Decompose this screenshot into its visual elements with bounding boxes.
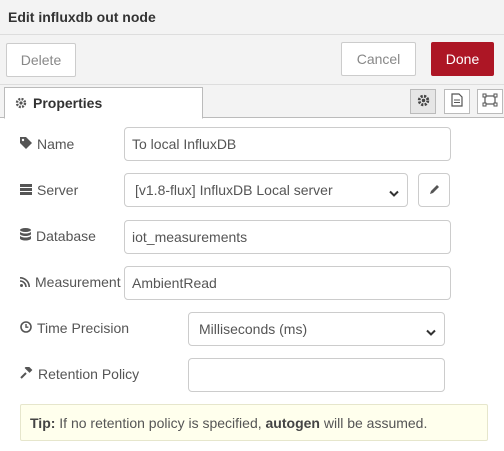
pencil-icon [429, 182, 440, 198]
gear-icon [15, 97, 27, 109]
rss-icon [19, 274, 35, 290]
database-icon [20, 228, 36, 244]
tip-text-after: will be assumed. [319, 414, 428, 431]
retention-policy-label: Retention Policy [38, 366, 140, 382]
description-icon [451, 93, 463, 110]
server-row-label: Server [20, 182, 78, 198]
dialog-toolbar: Delete Cancel Done [0, 35, 504, 85]
name-label: Name [37, 136, 75, 152]
gear-icon [417, 94, 430, 110]
tab-appearance[interactable] [477, 89, 503, 114]
appearance-icon [482, 93, 498, 110]
dialog-header: Edit influxdb out node [0, 0, 504, 35]
tag-icon [20, 136, 37, 152]
tip-emphasis: autogen [265, 414, 320, 431]
tip-prefix: Tip: [30, 414, 56, 431]
dialog-title: Edit influxdb out node [8, 9, 156, 25]
measurement-label: Measurement [35, 274, 121, 290]
server-select-value: [v1.8-flux] InfluxDB Local server [135, 182, 333, 198]
chevron-down-icon [426, 324, 436, 340]
tip-box: Tip: If no retention policy is specified… [20, 404, 488, 441]
time-precision-row-label: Time Precision [20, 320, 129, 336]
measurement-row-label: Measurement [19, 274, 121, 290]
database-label: Database [36, 228, 96, 244]
gavel-icon [20, 365, 38, 382]
tab-bar: Properties [0, 85, 504, 119]
tab-properties[interactable]: Properties [4, 87, 203, 119]
done-button[interactable]: Done [431, 42, 494, 76]
time-precision-select[interactable]: Milliseconds (ms) [188, 312, 445, 346]
chevron-down-icon [389, 185, 399, 201]
clock-icon [20, 320, 37, 336]
retention-policy-row-label: Retention Policy [20, 365, 140, 382]
database-input[interactable]: iot_measurements [124, 220, 451, 254]
name-input[interactable]: To local InfluxDB [124, 127, 451, 161]
database-row-label: Database [20, 228, 96, 244]
time-precision-select-value: Milliseconds (ms) [199, 321, 308, 337]
tab-description[interactable] [444, 89, 470, 114]
tab-settings[interactable] [410, 89, 436, 114]
server-select[interactable]: [v1.8-flux] InfluxDB Local server [124, 173, 408, 207]
cancel-button[interactable]: Cancel [341, 42, 416, 76]
delete-button[interactable]: Delete [6, 43, 76, 77]
tab-properties-label: Properties [33, 95, 103, 111]
edit-server-button[interactable] [418, 173, 450, 207]
server-icon [20, 182, 37, 198]
server-label: Server [37, 182, 79, 198]
measurement-input[interactable]: AmbientRead [124, 266, 451, 300]
time-precision-label: Time Precision [37, 320, 130, 336]
name-row-label: Name [20, 136, 74, 152]
retention-policy-input[interactable] [188, 358, 445, 392]
tip-text-before: If no retention policy is specified, [55, 414, 266, 431]
